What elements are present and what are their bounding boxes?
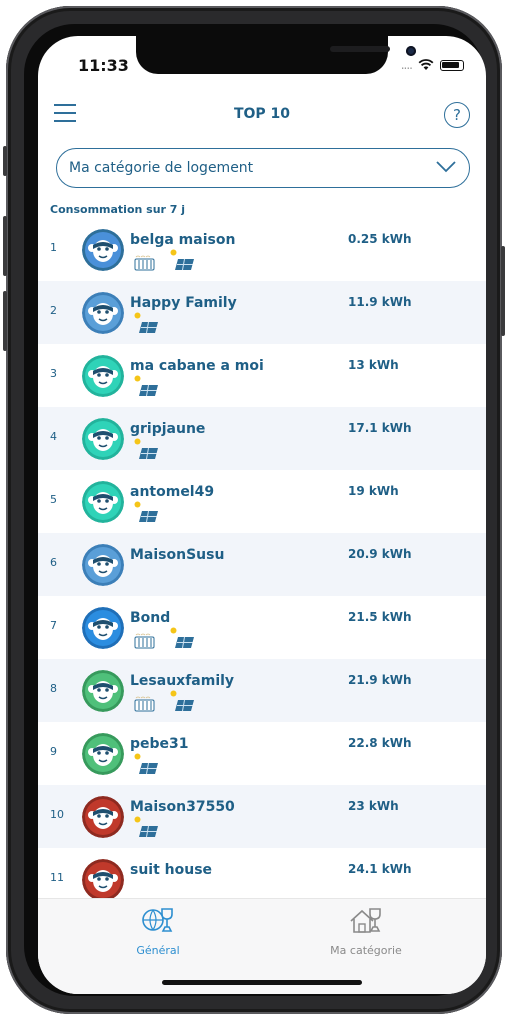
consumption-value: 17.1 kWh xyxy=(348,421,412,435)
household-name: pebe31 xyxy=(130,736,189,752)
household-name: belga maison xyxy=(130,232,236,248)
home-indicator[interactable] xyxy=(162,980,362,985)
consumption-value: 22.8 kWh xyxy=(348,736,412,750)
ranking-row[interactable]: 10 Maison37550 23 kWh xyxy=(38,785,486,848)
ranking-row[interactable]: 5 antomel49 19 kWh xyxy=(38,470,486,533)
household-name: antomel49 xyxy=(130,484,215,500)
ranking-list[interactable]: 1 belga maison 0.25 kWh 2 Happy Family 11.9 k… xyxy=(38,218,486,898)
tab-ma-categorie[interactable]: Ma catégorie xyxy=(306,905,426,957)
volume-down-button xyxy=(3,291,7,351)
consumption-period-label: Consommation sur 7 j xyxy=(50,203,186,216)
monkey-avatar-icon xyxy=(82,733,124,775)
ranking-row[interactable]: 7 Bond 21.5 kWh xyxy=(38,596,486,659)
page-title: TOP 10 xyxy=(233,106,291,122)
monkey-avatar-icon xyxy=(82,292,124,334)
rank-number: 2 xyxy=(50,304,57,317)
ranking-row[interactable]: 6 MaisonSusu 20.9 kWh xyxy=(38,533,486,596)
app-header: TOP 10 ? xyxy=(38,98,486,134)
monkey-avatar-icon xyxy=(82,544,124,586)
mute-switch xyxy=(3,146,7,176)
monkey-avatar-icon xyxy=(82,418,124,460)
solar-panel-icon xyxy=(170,249,196,275)
front-camera xyxy=(406,46,416,56)
ranking-row[interactable]: 9 pebe31 22.8 kWh xyxy=(38,722,486,785)
globe-trophy-icon xyxy=(142,908,173,932)
consumption-value: 0.25 kWh xyxy=(348,232,412,246)
consumption-value: 13 kWh xyxy=(348,358,399,372)
consumption-value: 21.5 kWh xyxy=(348,610,412,624)
solar-panel-icon xyxy=(170,690,196,716)
monkey-avatar-icon xyxy=(82,859,124,898)
help-glyph: ? xyxy=(453,106,461,124)
household-name: Bond xyxy=(130,610,171,626)
house-trophy-icon xyxy=(350,908,381,933)
solar-panel-icon xyxy=(134,753,160,779)
consumption-value: 21.9 kWh xyxy=(348,673,412,687)
solar-panel-icon xyxy=(134,501,160,527)
question-circle-icon[interactable]: ? xyxy=(444,102,470,128)
household-name: suit house xyxy=(130,862,213,878)
household-name: Maison37550 xyxy=(130,799,235,815)
ranking-row[interactable]: 3 ma cabane a moi 13 kWh xyxy=(38,344,486,407)
rank-number: 5 xyxy=(50,493,57,506)
rank-number: 4 xyxy=(50,430,57,443)
ranking-row[interactable]: 2 Happy Family 11.9 kWh xyxy=(38,281,486,344)
tab-general-label: Général xyxy=(136,944,180,957)
status-time: 11:33 xyxy=(78,56,129,75)
household-name: gripjaune xyxy=(130,421,206,437)
rank-number: 9 xyxy=(50,745,57,758)
solar-panel-icon xyxy=(134,438,160,464)
consumption-value: 20.9 kWh xyxy=(348,547,412,561)
status-icons: .... xyxy=(401,58,464,72)
monkey-avatar-icon xyxy=(82,355,124,397)
consumption-value: 23 kWh xyxy=(348,799,399,813)
speaker-grille xyxy=(330,46,390,52)
solar-panel-icon xyxy=(134,816,160,842)
household-name: ma cabane a moi xyxy=(130,358,264,374)
ranking-row[interactable]: 11 suit house 24.1 kWh xyxy=(38,848,486,898)
monkey-avatar-icon xyxy=(82,481,124,523)
consumption-value: 19 kWh xyxy=(348,484,399,498)
rank-number: 10 xyxy=(50,808,64,821)
volume-up-button xyxy=(3,216,7,276)
ranking-row[interactable]: 4 gripjaune 17.1 kWh xyxy=(38,407,486,470)
app-screen: 11:33 .... TOP 10 ? Ma catégorie de loge… xyxy=(38,36,486,994)
monkey-avatar-icon xyxy=(82,670,124,712)
ranking-row[interactable]: 8 Lesauxfamily 21.9 kWh xyxy=(38,659,486,722)
rank-number: 6 xyxy=(50,556,57,569)
monkey-avatar-icon xyxy=(82,229,124,271)
consumption-value: 24.1 kWh xyxy=(348,862,412,876)
wifi-icon xyxy=(418,59,434,70)
battery-icon xyxy=(440,59,464,71)
ranking-row[interactable]: 1 belga maison 0.25 kWh xyxy=(38,218,486,281)
rank-number: 8 xyxy=(50,682,57,695)
rank-number: 11 xyxy=(50,871,64,884)
chevron-down-icon xyxy=(436,161,456,173)
consumption-value: 11.9 kWh xyxy=(348,295,412,309)
rank-number: 7 xyxy=(50,619,57,632)
rank-number: 1 xyxy=(50,241,57,254)
solar-panel-icon xyxy=(170,627,196,653)
household-name: MaisonSusu xyxy=(130,547,225,563)
household-name: Happy Family xyxy=(130,295,237,311)
signal-icon: .... xyxy=(400,58,413,72)
power-button xyxy=(501,246,505,336)
radiator-icon xyxy=(134,255,156,275)
solar-panel-icon xyxy=(134,312,160,338)
radiator-icon xyxy=(134,633,156,653)
radiator-icon xyxy=(134,696,156,716)
tab-general[interactable]: Général xyxy=(98,905,218,957)
category-select-value: Ma catégorie de logement xyxy=(69,160,254,176)
solar-panel-icon xyxy=(134,375,160,401)
household-name: Lesauxfamily xyxy=(130,673,235,689)
tab-ma-categorie-label: Ma catégorie xyxy=(330,944,402,957)
rank-number: 3 xyxy=(50,367,57,380)
category-select[interactable]: Ma catégorie de logement xyxy=(56,148,470,188)
monkey-avatar-icon xyxy=(82,607,124,649)
monkey-avatar-icon xyxy=(82,796,124,838)
notch xyxy=(136,36,416,74)
